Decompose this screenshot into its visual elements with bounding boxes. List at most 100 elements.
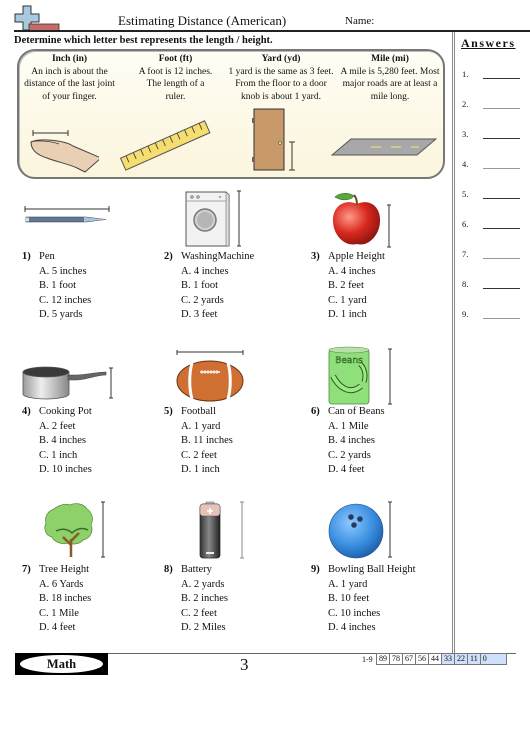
option-d: D. 2 Miles [181,622,226,633]
question-text: Battery [181,564,212,575]
answer-blank[interactable] [483,258,520,259]
bowling-ball-icon [328,501,392,559]
answers-column: Answers 1. 2. 3. 4. 5. 6. 7. 8. 9. [452,32,530,657]
reference-text: knob is about 1 yard. [241,91,321,102]
answer-number: 1. [462,69,469,79]
finger-icon [30,130,99,173]
bean-can-icon: Beans [328,346,392,405]
question-number: 5) [164,406,173,417]
reference-yard: Yard (yd) 1 yard is the same as 3 feet. … [225,53,337,103]
can-label: Beans [335,356,363,366]
question-text: Can of Beans [328,406,385,417]
score-cell: 78 [390,653,403,665]
reference-mile: Mile (mi) A mile is 5,280 feet. Most maj… [334,53,446,103]
answer-blank[interactable] [483,288,520,289]
answer-row-7: 7. [462,249,520,259]
answer-blank[interactable] [483,78,520,79]
option-a: A. 1 yard [328,578,368,590]
answer-number: 2. [462,99,469,109]
reference-text: An inch is about the [31,66,108,77]
reference-text: of your finger. [42,91,97,102]
unit-reference-box: Inch (in) An inch is about the distance … [17,49,445,179]
answer-row-3: 3. [462,129,520,139]
option-c: C. 2 feet [181,449,217,461]
question-text: WashingMachine [181,251,255,262]
football-icon [176,350,244,402]
answer-number: 5. [462,189,469,199]
answer-blank[interactable] [483,138,520,139]
option-c: C. 2 yards [328,449,371,461]
answer-row-5: 5. [462,189,520,199]
option-b: B. 4 inches [39,435,86,446]
answer-row-2: 2. [462,99,520,109]
answer-number: 4. [462,159,469,169]
reference-text: 1 yard is the same as 3 feet. [228,66,334,77]
question-number: 8) [164,564,173,575]
question-text: Cooking Pot [39,406,92,417]
answer-blank[interactable] [483,228,520,229]
question-number: 4) [22,406,31,417]
road-icon [331,138,437,156]
reference-inch: Inch (in) An inch is about the distance … [16,53,123,103]
reference-text: From the floor to a door [235,79,327,89]
score-range-label: 1-9 [362,655,373,664]
option-a: A. 6 Yards [39,578,84,590]
score-cell: 67 [403,653,416,665]
cooking-pot-icon [22,366,113,400]
ruler-icon [119,120,211,171]
apple-icon [332,193,391,248]
reference-text: mile long. [370,91,410,102]
question-text: Football [181,406,217,417]
option-a: A. 1 yard [181,420,221,432]
option-d: D. 4 feet [328,464,365,475]
option-c: C. 10 inches [328,607,381,619]
answer-row-4: 4. [462,159,520,169]
option-a: A. 2 yards [181,578,225,590]
answer-blank[interactable] [483,168,520,169]
question-number: 7) [22,564,31,575]
answer-number: 6. [462,219,469,229]
option-a: A. 2 feet [39,420,76,432]
plus-math-logo-icon [14,5,60,31]
reference-text: major roads are at least a [342,79,438,89]
question-text: Tree Height [39,564,90,575]
option-c: C. 1 Mile [39,607,79,619]
question-number: 9) [311,564,320,575]
score-cell: 0 [480,653,507,665]
name-label: Name: [345,15,375,27]
pen-icon [24,206,110,223]
answer-number: 7. [462,249,469,259]
instructions: Determine which letter best represents t… [14,35,273,46]
option-a: A. 5 inches [39,265,87,277]
option-a: A. 4 inches [181,265,229,277]
answer-number: 9. [462,309,469,319]
reference-text: ruler. [165,91,186,102]
reference-heading: Foot (ft) [158,54,193,64]
score-table: 89 78 67 56 44 33 22 11 0 [376,653,507,665]
answer-row-8: 8. [462,279,520,289]
option-d: D. 5 yards [39,309,83,320]
option-c: C. 2 feet [181,607,217,619]
score-cell: 33 [442,653,455,665]
answer-blank[interactable] [483,318,520,319]
reference-heading: Inch (in) [51,54,88,64]
option-b: B. 18 inches [39,593,92,604]
answer-row-6: 6. [462,219,520,229]
option-d: D. 1 inch [328,309,367,320]
option-b: B. 2 inches [181,593,228,604]
option-a: A. 1 Mile [328,420,369,432]
question-text: Bowling Ball Height [328,564,416,575]
score-cell: 22 [455,653,468,665]
score-cell: 11 [468,653,481,665]
reference-text: A foot is 12 inches. [138,66,213,77]
question-number: 1) [22,251,31,262]
option-b: B. 1 foot [39,280,77,291]
option-d: D. 1 inch [181,464,220,475]
option-c: C. 1 inch [39,449,78,461]
answer-blank[interactable] [483,198,520,199]
reference-heading: Yard (yd) [261,54,301,64]
option-c: C. 1 yard [328,294,367,306]
option-c: C. 2 yards [181,294,224,306]
door-icon [252,108,295,171]
answer-blank[interactable] [483,108,520,109]
